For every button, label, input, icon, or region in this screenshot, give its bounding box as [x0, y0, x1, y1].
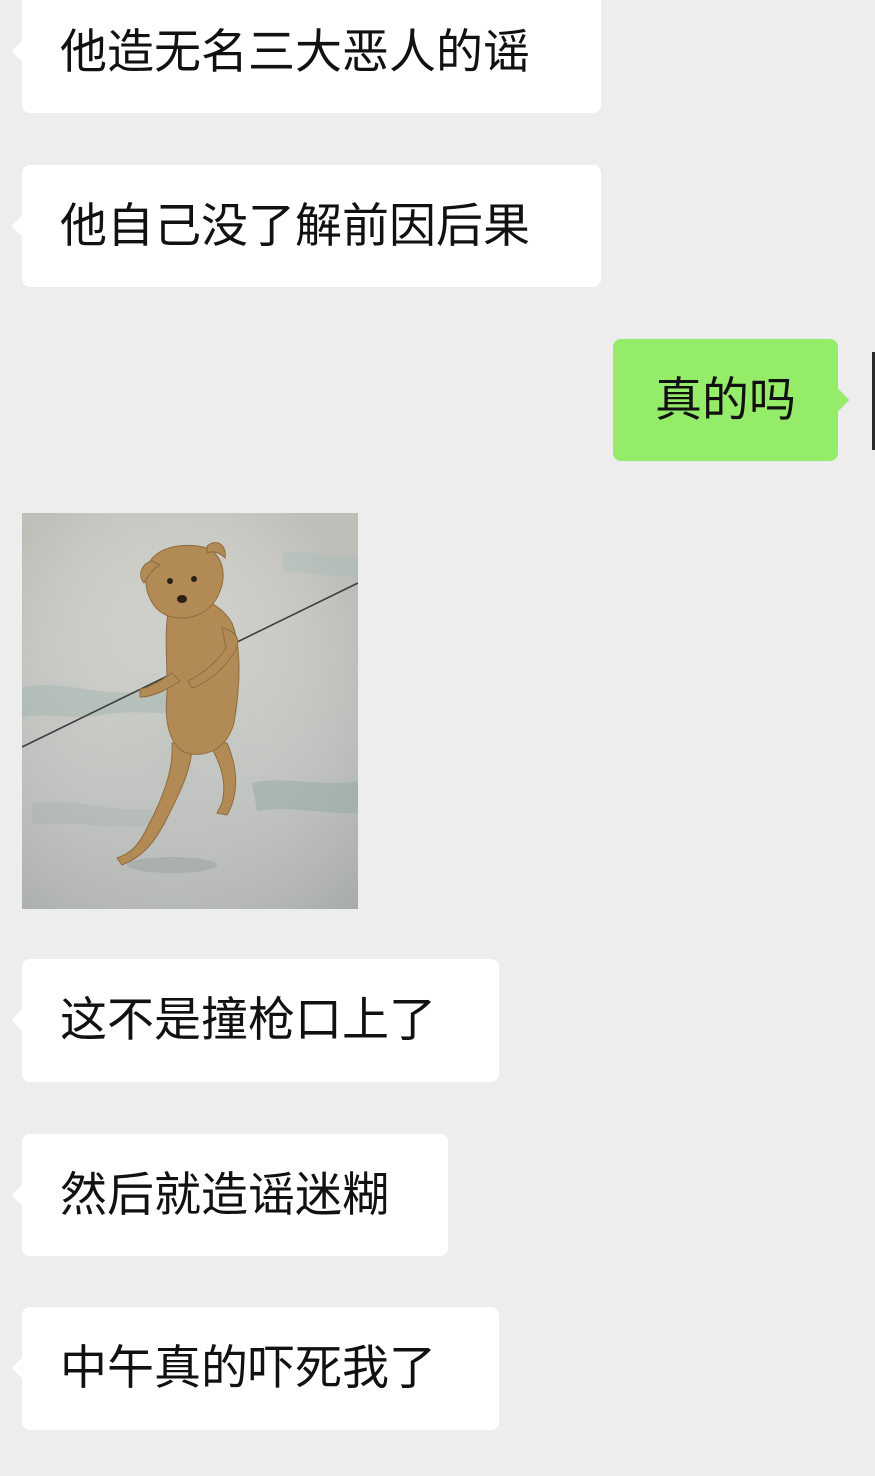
message-text: 然后就造谣迷糊 [60, 1167, 389, 1223]
message-bubble[interactable]: 中午真的吓死我了 [22, 1307, 499, 1430]
message-text: 这不是撞枪口上了 [60, 993, 436, 1048]
message-bubble[interactable]: 真的吗 [613, 339, 838, 461]
message-text: 中午真的吓死我了 [60, 1341, 436, 1396]
message-bubble[interactable]: 这不是撞枪口上了 [22, 959, 499, 1082]
message-bubble[interactable]: 他造无名三大恶人的谣 [22, 0, 601, 113]
dog-photo[interactable] [22, 513, 358, 909]
message-text: 他自己没了解前因后果 [60, 198, 530, 254]
dog-image [22, 513, 358, 909]
message-text: 真的吗 [655, 372, 796, 428]
message-bubble[interactable]: 然后就造谣迷糊 [22, 1134, 448, 1256]
message-text: 他造无名三大恶人的谣 [60, 25, 530, 80]
message-bubble[interactable]: 他自己没了解前因后果 [22, 165, 601, 287]
